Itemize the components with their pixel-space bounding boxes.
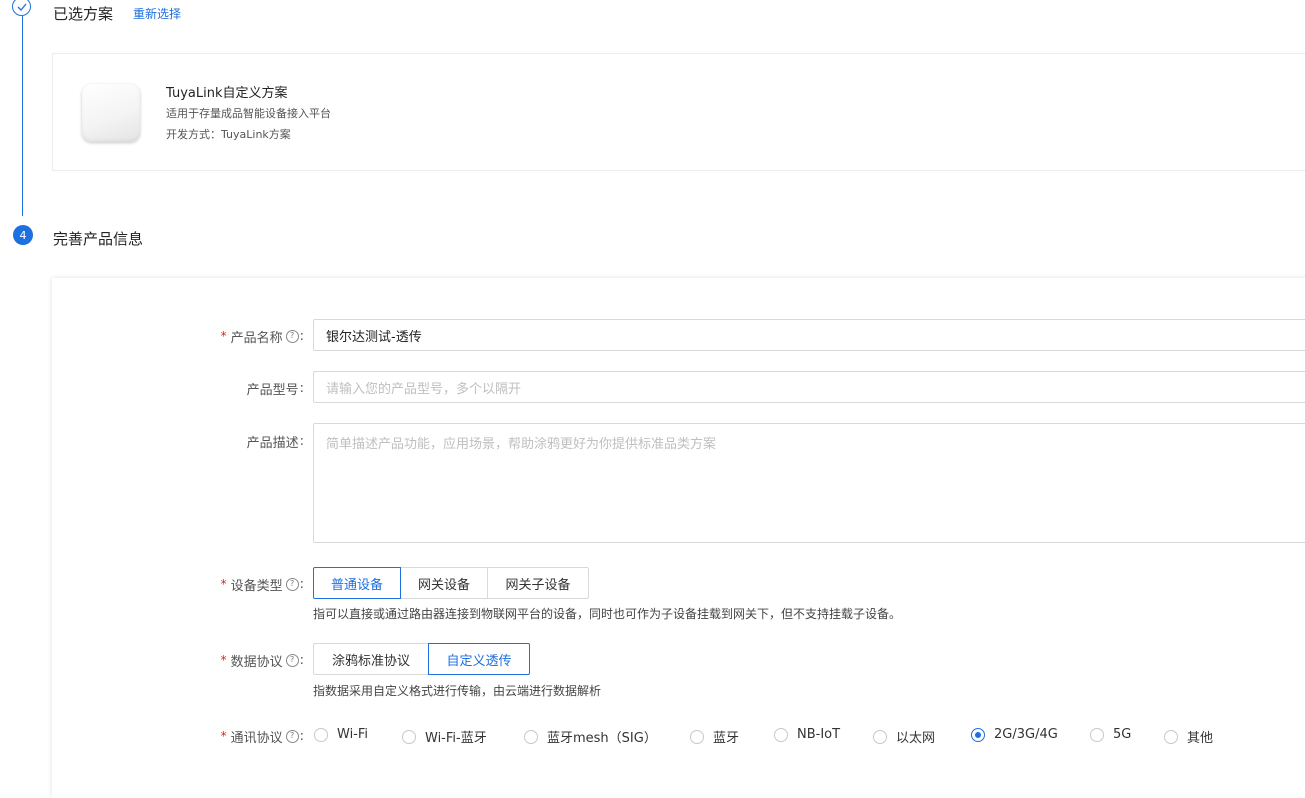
help-question-icon[interactable]: ? [285,329,299,343]
help-question-icon[interactable]: ? [285,729,299,743]
radio-circle[interactable] [690,729,704,744]
radio-circle[interactable] [873,729,887,744]
data-protocol-help: 指数据采用自定义格式进行传输，由云端进行数据解析 [313,684,602,698]
step-title-current: 完善产品信息 [53,230,144,248]
help-question-icon[interactable]: ? [285,577,299,591]
radio-circle[interactable] [524,729,538,744]
radio-circle[interactable] [1090,727,1104,742]
data-protocol-custom-button[interactable]: 自定义透传 [428,643,530,675]
data-protocol-standard-button[interactable]: 涂鸦标准协议 [313,643,429,675]
radio-circle[interactable] [314,727,328,742]
data-protocol-label: * 数据协议 ? : [220,652,304,670]
data-protocol-segmented: 涂鸦标准协议 自定义透传 [313,643,530,675]
radio-circle[interactable] [1164,729,1178,744]
product-model-label: 产品型号 : [246,380,304,398]
device-type-normal-button[interactable]: 普通设备 [313,567,401,599]
required-asterisk: * [220,729,227,743]
radio-circle-checked[interactable] [971,727,985,742]
radio-circle[interactable] [774,727,788,742]
comm-radio-other[interactable]: 其他 [1164,727,1213,746]
comm-protocol-label: * 通讯协议 ? : [220,728,304,746]
comm-radio-5g[interactable]: 5G [1090,727,1131,742]
step-number-badge: 4 [13,225,33,245]
device-type-label: * 设备类型 ? : [220,576,304,594]
required-asterisk: * [220,577,227,591]
product-name-label: * 产品名称 ? : [220,328,304,346]
product-desc-label: 产品描述 : [246,433,304,451]
comm-radio-wifi-ble[interactable]: Wi-Fi-蓝牙 [402,727,487,746]
scheme-name: TuyaLink自定义方案 [166,86,288,101]
product-model-input[interactable]: 请输入您的产品型号，多个以隔开 [313,371,1305,403]
help-question-icon[interactable]: ? [285,653,299,667]
comm-radio-wifi[interactable]: Wi-Fi [314,727,368,742]
required-asterisk: * [220,653,227,667]
comm-radio-cellular[interactable]: 2G/3G/4G [971,727,1058,742]
scheme-dev-method: 开发方式：TuyaLink方案 [166,128,291,141]
required-asterisk: * [220,329,227,343]
device-type-subdevice-button[interactable]: 网关子设备 [487,567,589,599]
step-connector-line [22,16,23,216]
comm-radio-ethernet[interactable]: 以太网 [873,727,935,746]
scheme-description: 适用于存量成品智能设备接入平台 [166,107,331,120]
reselect-link[interactable]: 重新选择 [133,5,181,22]
radio-circle[interactable] [402,729,416,744]
comm-radio-ble[interactable]: 蓝牙 [690,727,739,746]
step-done-check-icon [12,0,31,16]
device-type-segmented: 普通设备 网关设备 网关子设备 [313,567,589,599]
device-type-help: 指可以直接或通过路由器连接到物联网平台的设备，同时也可作为子设备挂载到网关下，但… [313,607,902,621]
comm-radio-nbiot[interactable]: NB-IoT [774,727,840,742]
scheme-device-image [82,84,140,142]
step-title-selected: 已选方案 [53,5,114,23]
product-desc-textarea[interactable]: 简单描述产品功能，应用场景，帮助涂鸦更好为你提供标准品类方案 [313,423,1305,543]
product-name-input[interactable]: 银尔达测试-透传 [313,319,1305,351]
device-type-gateway-button[interactable]: 网关设备 [400,567,488,599]
comm-radio-ble-mesh[interactable]: 蓝牙mesh（SIG） [524,727,657,746]
